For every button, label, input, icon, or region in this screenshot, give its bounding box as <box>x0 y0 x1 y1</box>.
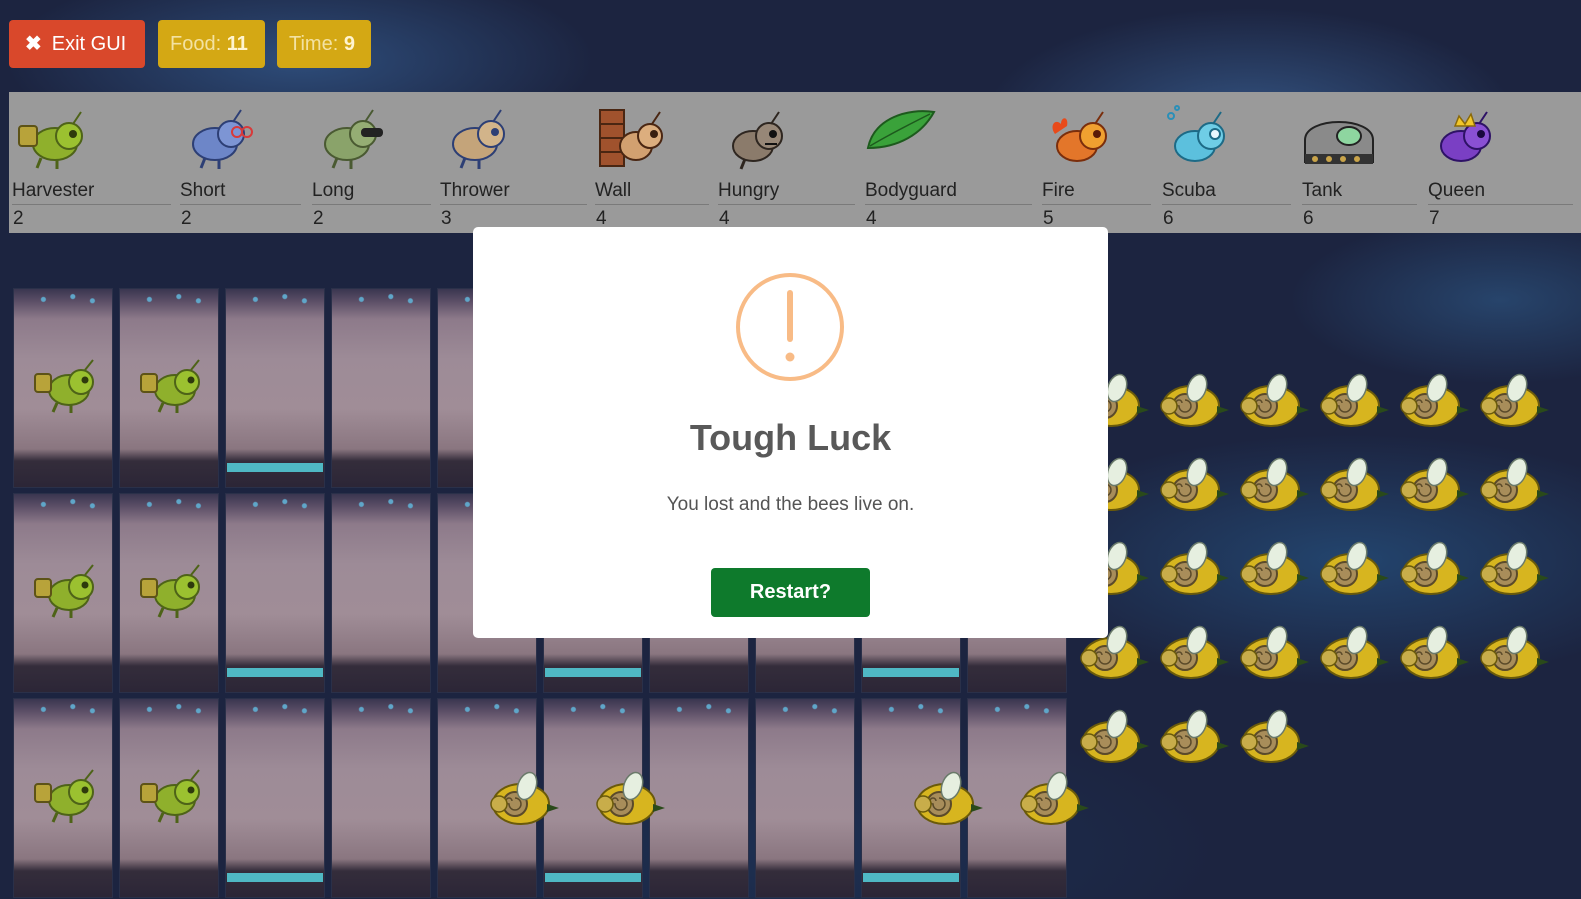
dialog-title: Tough Luck <box>689 417 892 458</box>
modal-overlay: Tough Luck You lost and the bees live on… <box>0 0 1581 899</box>
dialog-message: You lost and the bees live on. <box>666 494 915 515</box>
game-over-dialog: Tough Luck You lost and the bees live on… <box>473 227 1108 638</box>
restart-button[interactable]: Restart? <box>711 568 870 617</box>
warning-icon <box>736 273 844 381</box>
